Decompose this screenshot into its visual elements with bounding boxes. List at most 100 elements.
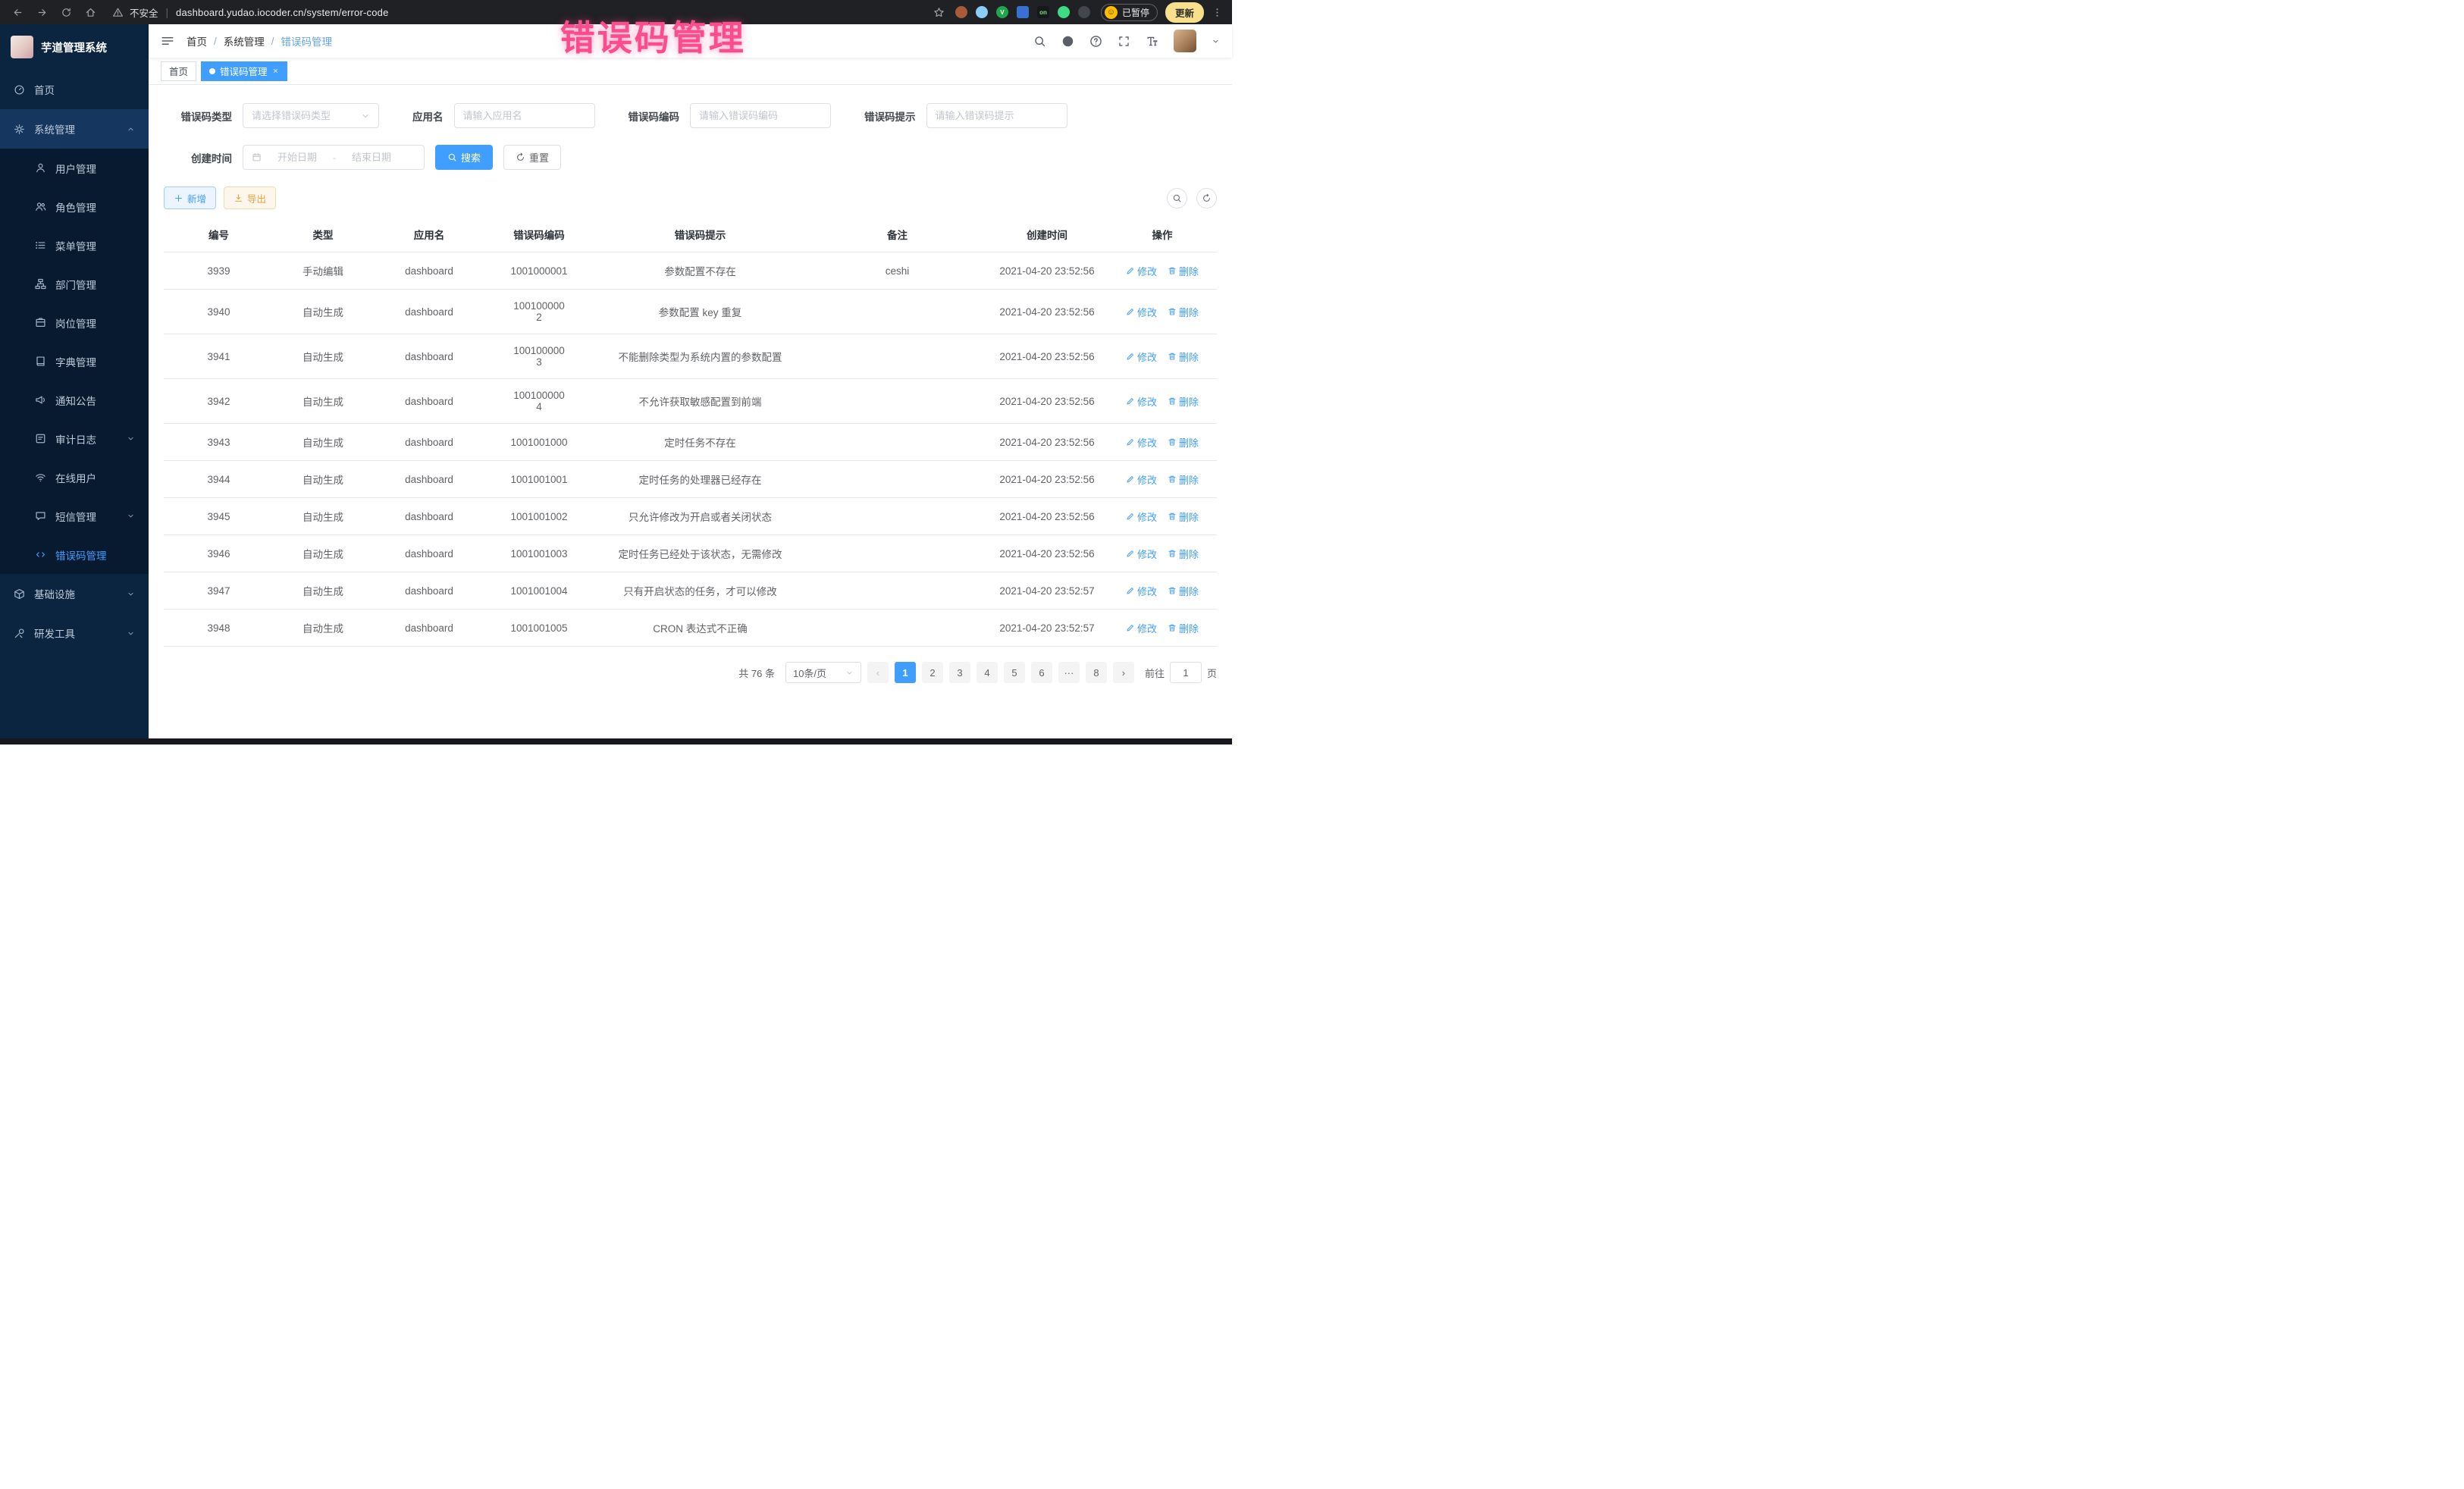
edit-link[interactable]: 修改 bbox=[1126, 264, 1157, 278]
sidebar-item-menu[interactable]: 菜单管理 bbox=[0, 226, 149, 265]
page-button-4[interactable]: 4 bbox=[977, 662, 998, 683]
edit-link[interactable]: 修改 bbox=[1126, 350, 1157, 364]
sidebar-item-user[interactable]: 用户管理 bbox=[0, 149, 149, 187]
browser-forward-icon[interactable] bbox=[33, 4, 50, 20]
error-code-input[interactable] bbox=[699, 110, 822, 121]
browser-reload-icon[interactable] bbox=[58, 4, 74, 20]
toggle-search-button[interactable] bbox=[1167, 188, 1187, 208]
sidebar-item-post[interactable]: 岗位管理 bbox=[0, 303, 149, 342]
cell-msg: 参数配置 key 重复 bbox=[592, 290, 808, 334]
page-button-3[interactable]: 3 bbox=[949, 662, 970, 683]
edit-link[interactable]: 修改 bbox=[1126, 435, 1157, 450]
sidebar-item-sms[interactable]: 短信管理 bbox=[0, 497, 149, 535]
page-ellipsis[interactable]: ··· bbox=[1058, 662, 1080, 683]
extension-icon-5[interactable]: on bbox=[1037, 6, 1049, 18]
sidebar-item-error-code[interactable]: 错误码管理 bbox=[0, 535, 149, 574]
app-name-field[interactable] bbox=[454, 103, 595, 128]
edit-link[interactable]: 修改 bbox=[1126, 621, 1157, 635]
tab-error-code[interactable]: 错误码管理 bbox=[201, 61, 287, 81]
sidebar-toggle-icon[interactable] bbox=[161, 34, 174, 48]
pagination-next-button[interactable]: › bbox=[1113, 662, 1134, 683]
page-button-5[interactable]: 5 bbox=[1004, 662, 1025, 683]
bookmark-star-icon[interactable] bbox=[931, 4, 948, 20]
delete-link[interactable]: 删除 bbox=[1168, 350, 1199, 364]
browser-home-icon[interactable] bbox=[82, 4, 99, 20]
page-button-6[interactable]: 6 bbox=[1031, 662, 1052, 683]
sidebar-item-role[interactable]: 角色管理 bbox=[0, 187, 149, 226]
date-range-picker[interactable]: - bbox=[243, 145, 425, 170]
refresh-table-button[interactable] bbox=[1196, 188, 1217, 208]
sidebar-item-online-user[interactable]: 在线用户 bbox=[0, 458, 149, 497]
sidebar-item-dev-tools[interactable]: 研发工具 bbox=[0, 613, 149, 653]
delete-link[interactable]: 删除 bbox=[1168, 584, 1199, 598]
edit-link[interactable]: 修改 bbox=[1126, 305, 1157, 319]
delete-link[interactable]: 删除 bbox=[1168, 547, 1199, 561]
fullscreen-icon[interactable] bbox=[1118, 35, 1130, 48]
add-button[interactable]: 新增 bbox=[164, 187, 216, 209]
error-message-input[interactable] bbox=[936, 110, 1058, 121]
table-row: 3945自动生成dashboard1001001002只允许修改为开启或者关闭状… bbox=[164, 498, 1217, 535]
date-range-separator: - bbox=[333, 152, 336, 163]
sidebar-item-notice[interactable]: 通知公告 bbox=[0, 381, 149, 419]
error-message-field[interactable] bbox=[926, 103, 1067, 128]
error-code-field[interactable] bbox=[690, 103, 831, 128]
browser-menu-icon[interactable] bbox=[1212, 7, 1223, 18]
github-icon[interactable] bbox=[1061, 35, 1074, 48]
date-end-input[interactable] bbox=[340, 152, 403, 163]
error-code-type-select-input[interactable] bbox=[252, 110, 356, 121]
browser-back-icon[interactable] bbox=[9, 4, 26, 20]
reset-button[interactable]: 重置 bbox=[503, 145, 561, 170]
sidebar-item-dict[interactable]: 字典管理 bbox=[0, 342, 149, 381]
edit-link[interactable]: 修改 bbox=[1126, 472, 1157, 487]
page-button-1[interactable]: 1 bbox=[895, 662, 916, 683]
error-code-type-select[interactable] bbox=[243, 103, 379, 128]
extension-icon-2[interactable] bbox=[976, 6, 988, 18]
sidebar-item-home[interactable]: 首页 bbox=[0, 70, 149, 109]
extension-icon-4[interactable] bbox=[1017, 6, 1029, 18]
font-size-icon[interactable] bbox=[1146, 35, 1158, 48]
delete-link[interactable]: 删除 bbox=[1168, 264, 1199, 278]
user-avatar[interactable] bbox=[1174, 30, 1196, 52]
tab-close-icon[interactable] bbox=[272, 67, 279, 74]
tab-home[interactable]: 首页 bbox=[161, 61, 196, 81]
edit-link[interactable]: 修改 bbox=[1126, 509, 1157, 524]
delete-link[interactable]: 删除 bbox=[1168, 472, 1199, 487]
extension-icon-7[interactable] bbox=[1078, 6, 1090, 18]
app-logo[interactable]: 芋道管理系统 bbox=[0, 24, 149, 70]
edit-link[interactable]: 修改 bbox=[1126, 394, 1157, 409]
page-size-select[interactable]: 10条/页 bbox=[785, 662, 861, 683]
date-start-input[interactable] bbox=[266, 152, 328, 163]
extension-icon-3[interactable]: V bbox=[996, 6, 1008, 18]
delete-link[interactable]: 删除 bbox=[1168, 435, 1199, 450]
delete-link[interactable]: 删除 bbox=[1168, 621, 1199, 635]
app-name-input[interactable] bbox=[463, 110, 586, 121]
breadcrumb-home[interactable]: 首页 bbox=[187, 33, 207, 49]
search-button[interactable]: 搜索 bbox=[435, 145, 493, 170]
extension-icon-6[interactable] bbox=[1058, 6, 1070, 18]
sidebar-item-dept[interactable]: 部门管理 bbox=[0, 265, 149, 303]
header-search-icon[interactable] bbox=[1033, 35, 1046, 48]
pagination-prev-button[interactable]: ‹ bbox=[867, 662, 889, 683]
sidebar-item-label: 研发工具 bbox=[34, 625, 75, 641]
page-button-2[interactable]: 2 bbox=[922, 662, 943, 683]
sidebar-item-infrastructure[interactable]: 基础设施 bbox=[0, 574, 149, 613]
page-button-8[interactable]: 8 bbox=[1086, 662, 1107, 683]
delete-link[interactable]: 删除 bbox=[1168, 394, 1199, 409]
goto-page-input[interactable] bbox=[1170, 662, 1202, 683]
cell-operations: 修改删除 bbox=[1108, 572, 1217, 610]
delete-link[interactable]: 删除 bbox=[1168, 305, 1199, 319]
browser-update-button[interactable]: 更新 bbox=[1165, 2, 1204, 23]
help-icon[interactable] bbox=[1089, 35, 1102, 48]
sidebar-item-system[interactable]: 系统管理 bbox=[0, 109, 149, 149]
address-bar[interactable]: 不安全 | dashboard.yudao.iocoder.cn/system/… bbox=[112, 5, 389, 20]
export-button[interactable]: 导出 bbox=[224, 187, 276, 209]
browser-profile-chip[interactable]: ☺ 已暂停 bbox=[1101, 4, 1158, 21]
sidebar-item-audit-log[interactable]: 审计日志 bbox=[0, 419, 149, 458]
url-text[interactable]: dashboard.yudao.iocoder.cn/system/error-… bbox=[176, 7, 389, 18]
delete-link[interactable]: 删除 bbox=[1168, 509, 1199, 524]
edit-link[interactable]: 修改 bbox=[1126, 547, 1157, 561]
edit-link[interactable]: 修改 bbox=[1126, 584, 1157, 598]
avatar-caret-icon[interactable] bbox=[1212, 37, 1220, 45]
extension-icon-1[interactable] bbox=[955, 6, 967, 18]
breadcrumb-system[interactable]: 系统管理 bbox=[224, 33, 265, 49]
